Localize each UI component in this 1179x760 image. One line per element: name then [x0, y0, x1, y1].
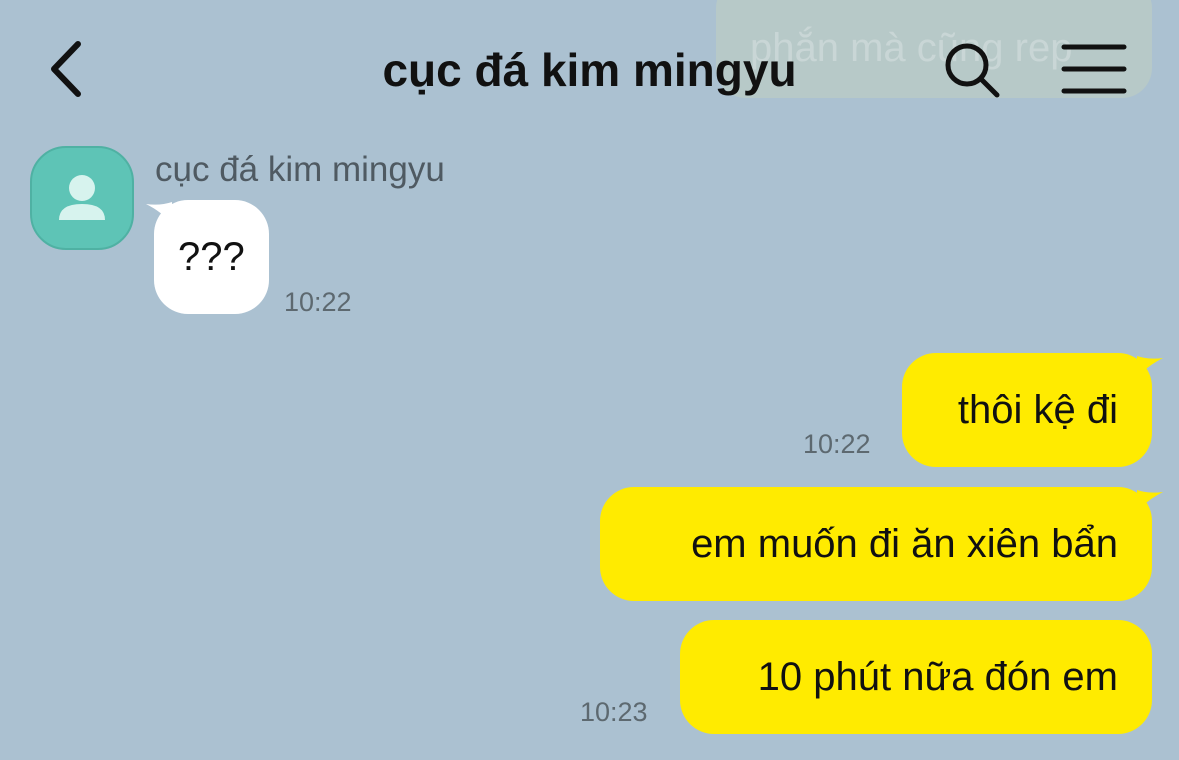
- message-text: em muốn đi ăn xiên bẩn: [691, 522, 1118, 566]
- message-text: thôi kệ đi: [957, 388, 1118, 432]
- message-bubble-incoming[interactable]: ???: [154, 200, 269, 314]
- sender-name: cục đá kim mingyu: [155, 150, 445, 189]
- message-time: 10:22: [284, 287, 352, 317]
- search-icon: [945, 43, 1000, 98]
- avatar[interactable]: [30, 146, 134, 250]
- message-text: 10 phút nữa đón em: [757, 655, 1118, 699]
- message-bubble-outgoing[interactable]: em muốn đi ăn xiên bẩn: [600, 487, 1152, 601]
- message-time: 10:23: [580, 697, 648, 727]
- bubble-tail: [1137, 490, 1163, 512]
- hamburger-menu-icon: [1061, 44, 1127, 94]
- search-button[interactable]: [940, 38, 1004, 102]
- person-icon: [59, 175, 105, 220]
- message-bubble-outgoing[interactable]: 10 phút nữa đón em: [680, 620, 1152, 734]
- message-text: ???: [178, 235, 245, 279]
- menu-button[interactable]: [1060, 42, 1128, 96]
- bubble-tail: [1137, 356, 1163, 378]
- message-time: 10:22: [803, 429, 871, 459]
- message-bubble-outgoing[interactable]: thôi kệ đi: [902, 353, 1152, 467]
